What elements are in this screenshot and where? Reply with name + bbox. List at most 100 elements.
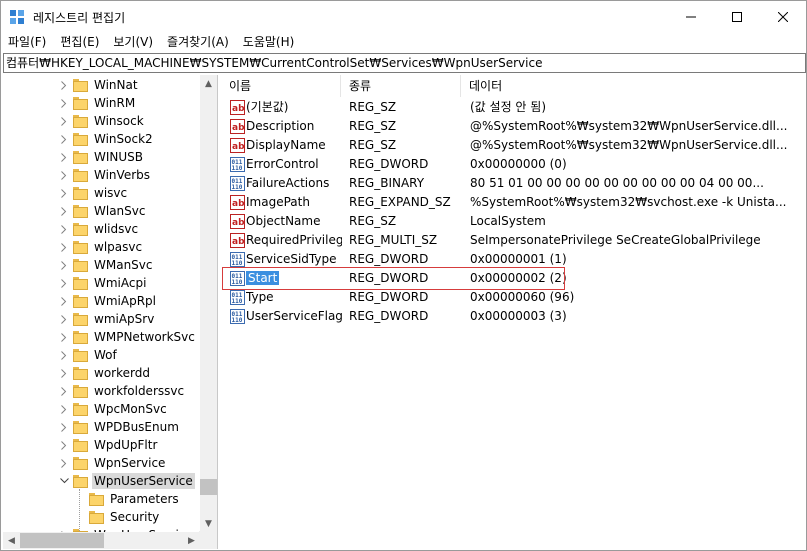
- chevron-right-icon[interactable]: [59, 94, 69, 112]
- menu-view[interactable]: 보기(V): [106, 32, 160, 52]
- column-header-type[interactable]: 종류: [341, 75, 461, 97]
- tree-item[interactable]: WManSvc: [61, 256, 155, 274]
- folder-icon: [89, 492, 104, 506]
- menu-edit[interactable]: 편집(E): [53, 32, 106, 52]
- tree-item[interactable]: wlidsvc: [61, 220, 140, 238]
- chevron-right-icon[interactable]: [59, 346, 69, 364]
- chevron-right-icon[interactable]: [59, 382, 69, 400]
- folder-icon: [89, 510, 104, 524]
- tree-item[interactable]: workfolderssvc: [61, 382, 186, 400]
- tree-item-label: WmiApRpl: [94, 294, 157, 308]
- folder-icon: [73, 258, 88, 272]
- tree-item[interactable]: WpcMonSvc: [61, 400, 169, 418]
- menu-help[interactable]: 도움말(H): [236, 32, 302, 52]
- chevron-right-icon[interactable]: [59, 400, 69, 418]
- tree-vertical-scrollbar[interactable]: ▲ ▼: [200, 75, 217, 532]
- binary-value-icon: 011 110: [230, 176, 245, 191]
- chevron-right-icon[interactable]: [59, 220, 69, 238]
- value-row[interactable]: 011 110 ServiceSidType REG_DWORD 0x00000001 …: [221, 250, 806, 269]
- tree-hscroll-thumb[interactable]: [20, 533, 104, 548]
- minimize-button[interactable]: [668, 1, 714, 32]
- menu-favorites[interactable]: 즐겨찾기(A): [160, 32, 236, 52]
- tree-item[interactable]: WmiApRpl: [61, 292, 158, 310]
- scroll-up-icon[interactable]: ▲: [200, 75, 217, 92]
- value-type: REG_MULTI_SZ: [349, 233, 438, 247]
- scroll-down-icon[interactable]: ▼: [200, 515, 217, 532]
- tree-item-label: Winsock: [94, 114, 144, 128]
- menu-file[interactable]: 파일(F): [1, 32, 53, 52]
- value-row[interactable]: ab (기본값) REG_SZ (값 설정 안 됨): [221, 98, 806, 117]
- scroll-right-icon[interactable]: ▶: [183, 532, 200, 549]
- chevron-right-icon[interactable]: [59, 166, 69, 184]
- chevron-right-icon[interactable]: [59, 148, 69, 166]
- scroll-left-icon[interactable]: ◀: [3, 532, 20, 549]
- value-data: SeImpersonatePrivilege SeCreateGlobalPri…: [470, 233, 761, 247]
- chevron-right-icon[interactable]: [59, 274, 69, 292]
- tree-item[interactable]: WinNat: [61, 76, 140, 94]
- scroll-corner: [200, 532, 217, 549]
- tree-item[interactable]: wlpasvc: [61, 238, 144, 256]
- chevron-right-icon[interactable]: [59, 328, 69, 346]
- chevron-right-icon[interactable]: [59, 310, 69, 328]
- maximize-button[interactable]: [714, 1, 760, 32]
- tree-item-label: WpdUpFltr: [94, 438, 158, 452]
- tree-item[interactable]: Parameters: [89, 490, 181, 508]
- chevron-right-icon[interactable]: [59, 436, 69, 454]
- tree-item[interactable]: wmiApSrv: [61, 310, 156, 328]
- tree-item[interactable]: WinSock2: [61, 130, 155, 148]
- chevron-right-icon[interactable]: [59, 76, 69, 94]
- tree-item[interactable]: WinVerbs: [61, 166, 152, 184]
- value-row[interactable]: ab Description REG_SZ @%SystemRoot%₩system3…: [221, 117, 806, 136]
- value-row[interactable]: 011 110 Start REG_DWORD 0x00000002 (2): [221, 269, 806, 288]
- tree-item[interactable]: Security: [89, 508, 161, 526]
- chevron-down-icon[interactable]: [59, 472, 69, 490]
- tree-item[interactable]: Wof: [61, 346, 119, 364]
- tree-item[interactable]: WinRM: [61, 94, 137, 112]
- address-bar[interactable]: 컴퓨터₩HKEY_LOCAL_MACHINE₩SYSTEM₩CurrentCon…: [3, 53, 806, 73]
- value-name: ObjectName: [246, 214, 321, 228]
- column-header-name[interactable]: 이름: [221, 75, 341, 97]
- tree-item-label: WlanSvc: [94, 204, 146, 218]
- value-row[interactable]: 011 110 UserServiceFlags REG_DWORD 0x0000000…: [221, 307, 806, 326]
- tree-item[interactable]: WpnUserService: [59, 472, 195, 490]
- tree-item[interactable]: wisvc: [61, 184, 129, 202]
- chevron-right-icon[interactable]: [59, 184, 69, 202]
- tree-item[interactable]: WmiAcpi: [61, 274, 148, 292]
- value-row[interactable]: abRequiredPrivileg... REG_MULTI_SZ SeImper…: [221, 231, 806, 250]
- value-row[interactable]: 011 110 FailureActions REG_BINARY 80 51 01 0…: [221, 174, 806, 193]
- close-button[interactable]: [760, 1, 806, 32]
- value-name: Start: [246, 271, 280, 285]
- value-row[interactable]: ab ObjectName REG_SZ LocalSystem: [221, 212, 806, 231]
- column-header-data[interactable]: 데이터: [461, 75, 806, 97]
- tree-item[interactable]: workerdd: [61, 364, 152, 382]
- tree-scroll-thumb[interactable]: [200, 479, 217, 495]
- value-data: @%SystemRoot%₩system32₩WpnUserService.dl…: [470, 138, 788, 152]
- tree-item[interactable]: WMPNetworkSvc: [61, 328, 197, 346]
- tree-item[interactable]: WpnService: [61, 454, 167, 472]
- chevron-right-icon[interactable]: [59, 292, 69, 310]
- folder-icon: [73, 222, 88, 236]
- value-row[interactable]: ab ImagePath REG_EXPAND_SZ %SystemRoot%₩sys…: [221, 193, 806, 212]
- chevron-right-icon[interactable]: [59, 238, 69, 256]
- tree-horizontal-scrollbar[interactable]: ◀ ▶: [3, 532, 200, 549]
- chevron-right-icon[interactable]: [59, 454, 69, 472]
- chevron-right-icon[interactable]: [59, 130, 69, 148]
- tree-item[interactable]: WpdUpFltr: [61, 436, 159, 454]
- title-bar[interactable]: 레지스트리 편집기: [1, 1, 806, 32]
- chevron-right-icon[interactable]: [59, 364, 69, 382]
- chevron-right-icon[interactable]: [59, 112, 69, 130]
- value-row[interactable]: 011 110 Type REG_DWORD 0x00000060 (96): [221, 288, 806, 307]
- value-row[interactable]: ab DisplayName REG_SZ @%SystemRoot%₩system3…: [221, 136, 806, 155]
- tree-item-label: Wof: [94, 348, 117, 362]
- chevron-right-icon[interactable]: [59, 256, 69, 274]
- tree-item[interactable]: WINUSB: [61, 148, 145, 166]
- tree-item[interactable]: Winsock: [61, 112, 146, 130]
- chevron-right-icon[interactable]: [59, 202, 69, 220]
- tree-item-label: workerdd: [94, 366, 150, 380]
- tree-item[interactable]: WlanSvc: [61, 202, 147, 220]
- tree-item[interactable]: WPDBusEnum: [61, 418, 181, 436]
- svg-text:ab: ab: [232, 123, 245, 133]
- value-row[interactable]: 011 110 ErrorControl REG_DWORD 0x00000000 (0…: [221, 155, 806, 174]
- folder-icon: [73, 132, 88, 146]
- chevron-right-icon[interactable]: [59, 418, 69, 436]
